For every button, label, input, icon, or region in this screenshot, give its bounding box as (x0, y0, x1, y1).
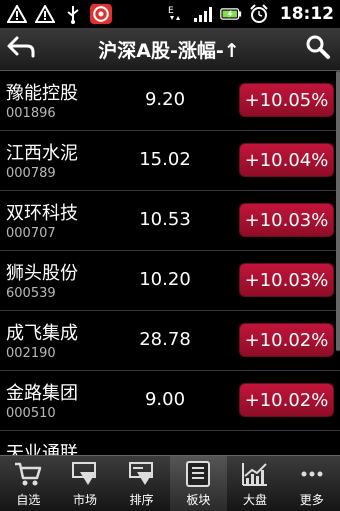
change-badge: +10.02% (239, 323, 334, 357)
stock-price: 9.20 (144, 89, 186, 110)
stock-row[interactable]: 双环科技 000707 10.53 +10.03% (0, 191, 340, 251)
tab-sector[interactable]: 板块 (170, 456, 227, 511)
tab-sort[interactable]: 排序 (113, 456, 170, 511)
stock-price: 10.20 (139, 269, 191, 290)
stock-row[interactable]: 金路集团 000510 9.00 +10.02% (0, 371, 340, 431)
stock-row[interactable]: 天业通联 (0, 431, 340, 455)
tab-label: 大盘 (243, 493, 268, 507)
stock-price: 10.53 (139, 209, 191, 230)
tab-index[interactable]: 大盘 (227, 456, 284, 511)
warning-icon (34, 4, 56, 24)
title-bar: 沪深A股-涨幅-↑ (0, 28, 340, 71)
change-badge: +10.02% (239, 383, 334, 417)
warning-icon (6, 4, 28, 24)
stock-name: 狮头股份 (6, 263, 78, 284)
tab-label: 自选 (16, 493, 41, 507)
back-button[interactable] (0, 28, 42, 70)
stock-name: 金路集团 (6, 383, 78, 404)
stock-name: 江西水泥 (6, 143, 78, 164)
stock-code: 600539 (6, 286, 56, 301)
tab-market[interactable]: 市场 (57, 456, 114, 511)
sector-icon (183, 459, 213, 489)
search-button[interactable] (296, 28, 340, 70)
more-icon (297, 459, 327, 489)
back-arrow-icon (7, 36, 35, 62)
stock-name: 成飞集成 (6, 323, 78, 344)
tab-watchlist[interactable]: 自选 (0, 456, 57, 511)
stock-code: 002190 (6, 346, 56, 361)
market-down-arrow-icon (70, 459, 100, 489)
list-scrollbar[interactable] (336, 71, 340, 351)
stock-code: 000789 (6, 166, 56, 181)
sort-icon (127, 459, 157, 489)
cart-icon (13, 459, 43, 489)
tab-more[interactable]: 更多 (283, 456, 340, 511)
index-chart-icon (240, 459, 270, 489)
stock-row[interactable]: 江西水泥 000789 15.02 +10.04% (0, 131, 340, 191)
stock-row[interactable]: 狮头股份 600539 10.20 +10.03% (0, 251, 340, 311)
stock-name: 双环科技 (6, 203, 78, 224)
stock-price: 15.02 (139, 149, 191, 170)
stock-code: 000707 (6, 226, 56, 241)
signal-icon (192, 4, 214, 24)
stock-name: 豫能控股 (6, 83, 78, 104)
stock-code: 000510 (6, 406, 56, 421)
tab-label: 更多 (299, 493, 324, 507)
battery-icon (220, 4, 242, 24)
tab-label: 市场 (73, 493, 98, 507)
stock-price: 28.78 (139, 329, 191, 350)
stock-name: 天业通联 (6, 443, 78, 455)
data-e-icon: E (164, 4, 186, 24)
change-badge: +10.03% (239, 203, 334, 237)
status-time: 18:12 (279, 4, 334, 24)
tab-label: 排序 (129, 493, 154, 507)
stock-code: 001896 (6, 106, 56, 121)
app-logo-icon (90, 3, 112, 25)
stock-row[interactable]: 豫能控股 001896 9.20 +10.05% (0, 71, 340, 131)
stock-list[interactable]: 豫能控股 001896 9.20 +10.05% 江西水泥 000789 15.… (0, 71, 340, 455)
usb-icon (62, 4, 84, 24)
search-icon (305, 34, 331, 64)
stock-price: 9.00 (144, 389, 186, 410)
stock-row[interactable]: 成飞集成 002190 28.78 +10.02% (0, 311, 340, 371)
alarm-icon (248, 4, 270, 24)
change-badge: +10.03% (239, 263, 334, 297)
svg-text:E: E (168, 6, 174, 16)
bottom-tab-bar: 自选 市场 排序 板块 大盘 更多 (0, 455, 340, 511)
page-title: 沪深A股-涨幅-↑ (98, 39, 240, 62)
status-bar: E 18:12 (0, 0, 340, 28)
change-badge: +10.04% (239, 143, 334, 177)
change-badge: +10.05% (239, 83, 334, 117)
tab-label: 板块 (186, 493, 211, 507)
